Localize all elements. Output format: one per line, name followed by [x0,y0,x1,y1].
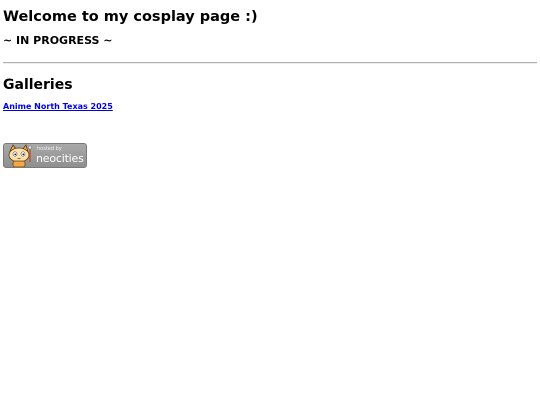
hosted-by-neocities-badge[interactable]: hosted by neocities [3,143,87,168]
horizontal-divider [3,62,537,64]
status-subtitle: ~ IN PROGRESS ~ [3,34,113,47]
neocities-wordmark: neocities [36,152,84,165]
page-title: Welcome to my cosplay page :) [3,9,258,25]
gallery-link-anime-north-texas-2025[interactable]: Anime North Texas 2025 [3,101,113,112]
galleries-heading: Galleries [3,77,73,93]
neocities-cat-icon [8,144,32,167]
